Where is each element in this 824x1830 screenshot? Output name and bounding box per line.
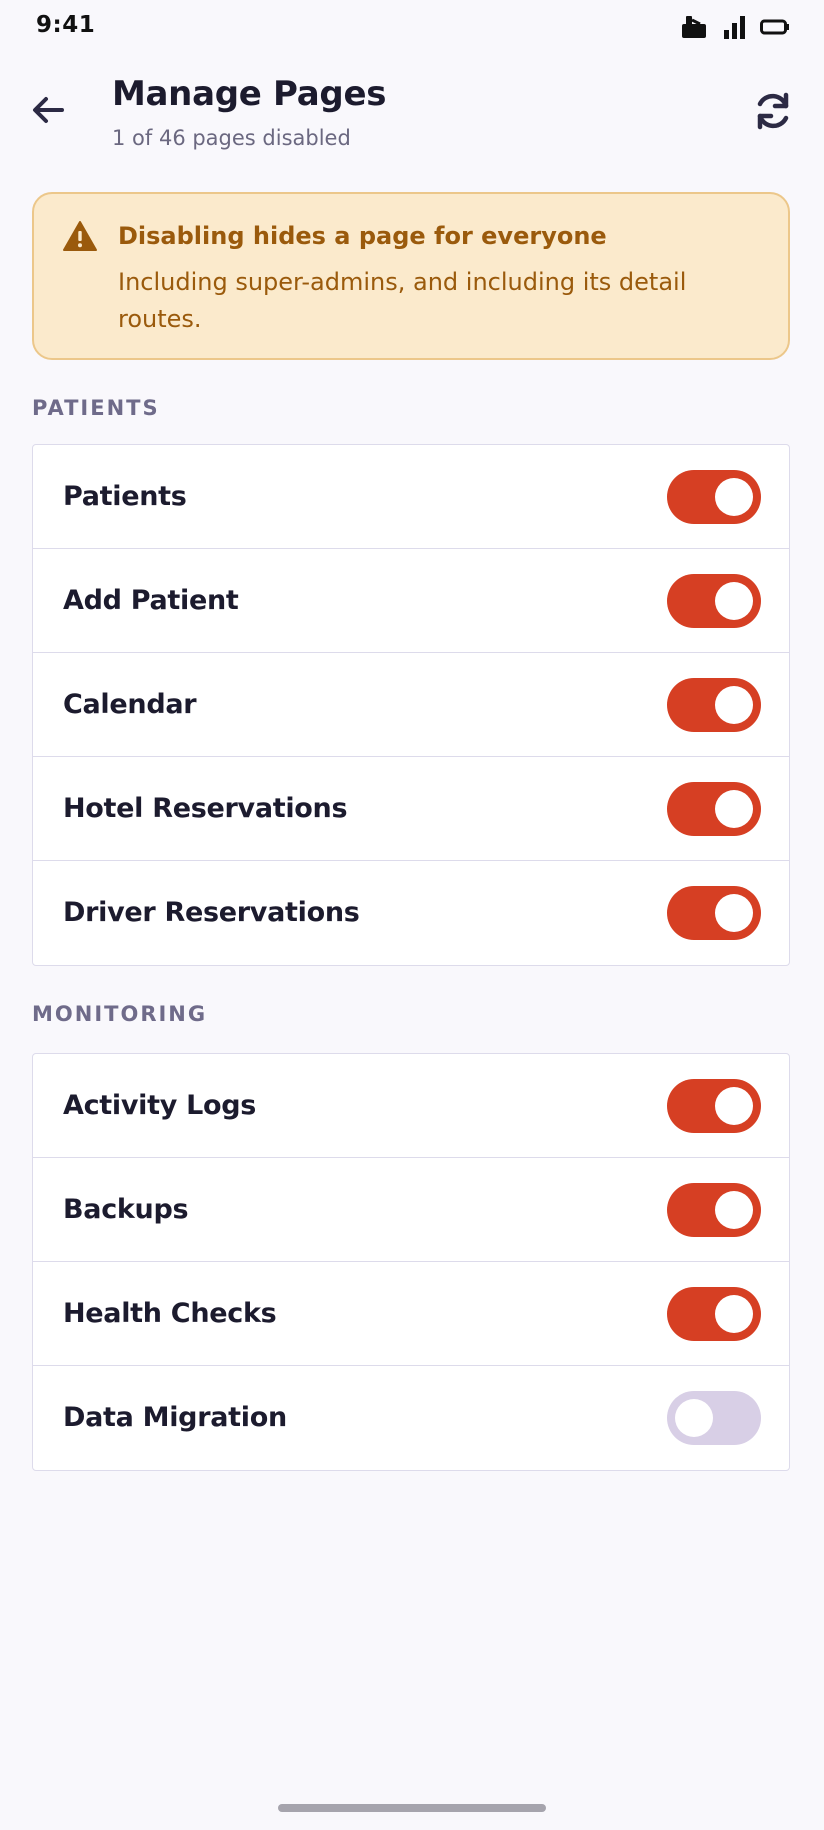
header: Manage Pages 1 of 46 pages disabled bbox=[0, 60, 824, 160]
back-button[interactable] bbox=[26, 90, 70, 134]
refresh-icon bbox=[751, 89, 795, 137]
page-toggle-driver-reservations[interactable] bbox=[667, 886, 761, 940]
warning-body: Including super-admins, and including it… bbox=[118, 268, 687, 333]
page-label: Backups bbox=[63, 1194, 189, 1225]
page-title: Manage Pages bbox=[112, 74, 387, 114]
toggle-knob bbox=[715, 1087, 753, 1125]
page-toggle-backups[interactable] bbox=[667, 1183, 761, 1237]
toggle-knob bbox=[715, 1295, 753, 1333]
page-label: Calendar bbox=[63, 689, 197, 720]
page-toggle-calendar[interactable] bbox=[667, 678, 761, 732]
status-icons bbox=[680, 14, 790, 44]
toggle-knob bbox=[715, 1191, 753, 1229]
page-label: Activity Logs bbox=[63, 1090, 257, 1121]
section-label-monitoring: MONITORING bbox=[32, 1002, 208, 1026]
home-indicator[interactable] bbox=[278, 1804, 546, 1812]
page-toggle-data-migration[interactable] bbox=[667, 1391, 761, 1445]
warning-title: Disabling hides a page for everyone bbox=[118, 222, 607, 250]
battery-icon bbox=[760, 18, 790, 40]
patients-pages-list: Patients Add Patient Calendar Hotel Rese… bbox=[32, 444, 790, 966]
toggle-knob bbox=[715, 686, 753, 724]
page-row-backups: Backups bbox=[33, 1158, 789, 1262]
page-toggle-add-patient[interactable] bbox=[667, 574, 761, 628]
page-row-hotel-reservations: Hotel Reservations bbox=[33, 757, 789, 861]
page-row-add-patient: Add Patient bbox=[33, 549, 789, 653]
monitoring-pages-list: Activity Logs Backups Health Checks Data… bbox=[32, 1053, 790, 1471]
page-row-calendar: Calendar bbox=[33, 653, 789, 757]
page-label: Add Patient bbox=[63, 585, 239, 616]
page-label: Driver Reservations bbox=[63, 897, 360, 928]
page-label: Health Checks bbox=[63, 1298, 277, 1329]
page-subtitle: 1 of 46 pages disabled bbox=[112, 126, 351, 150]
status-time: 9:41 bbox=[36, 12, 96, 38]
toggle-knob bbox=[715, 478, 753, 516]
page-toggle-activity-logs[interactable] bbox=[667, 1079, 761, 1133]
refresh-button[interactable] bbox=[748, 88, 798, 138]
back-arrow-icon bbox=[28, 90, 68, 134]
page-label: Hotel Reservations bbox=[63, 793, 348, 824]
page-toggle-health-checks[interactable] bbox=[667, 1287, 761, 1341]
page-label: Data Migration bbox=[63, 1402, 287, 1433]
page-toggle-patients[interactable] bbox=[667, 470, 761, 524]
page-row-data-migration: Data Migration bbox=[33, 1366, 789, 1470]
toggle-knob bbox=[715, 894, 753, 932]
page-row-driver-reservations: Driver Reservations bbox=[33, 861, 789, 965]
warning-icon bbox=[62, 220, 98, 256]
toggle-knob bbox=[715, 582, 753, 620]
status-bar: 9:41 bbox=[0, 0, 824, 56]
section-label-patients: PATIENTS bbox=[32, 396, 160, 420]
toggle-knob bbox=[715, 790, 753, 828]
page-row-health-checks: Health Checks bbox=[33, 1262, 789, 1366]
page-label: Patients bbox=[63, 481, 187, 512]
signal-icon bbox=[722, 14, 748, 44]
page-row-patients: Patients bbox=[33, 445, 789, 549]
page-toggle-hotel-reservations[interactable] bbox=[667, 782, 761, 836]
toggle-knob bbox=[675, 1399, 713, 1437]
page-row-activity-logs: Activity Logs bbox=[33, 1054, 789, 1158]
notification-icon bbox=[680, 14, 710, 44]
warning-banner: Disabling hides a page for everyone Incl… bbox=[32, 192, 790, 360]
